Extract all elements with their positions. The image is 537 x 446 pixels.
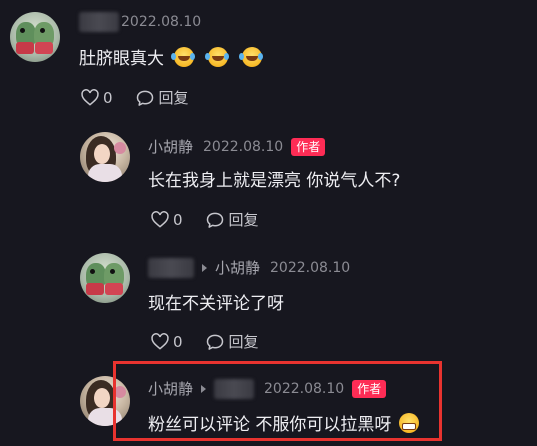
username[interactable]: 小胡静 <box>148 378 193 399</box>
author-badge: 作者 <box>291 137 326 156</box>
heart-icon[interactable] <box>150 332 170 352</box>
reply-icon[interactable] <box>205 332 225 352</box>
author-badge: 作者 <box>352 379 387 398</box>
comment-meta: 2022.08.10 <box>79 12 201 32</box>
comment-text: 现在不关评论了呀 <box>148 294 284 314</box>
avatar[interactable] <box>80 132 130 182</box>
comment-text-row: 肚脐眼真大 <box>79 44 262 69</box>
avatar[interactable] <box>80 376 130 426</box>
comment-date: 2022.08.10 <box>270 259 351 276</box>
comment-meta: 小胡静 2022.08.10 作者 <box>148 378 387 399</box>
comment-thread: 2022.08.10 肚脐眼真大 0 回复 小胡静 2022.08.10 作者 <box>0 0 537 446</box>
reply-icon[interactable] <box>205 210 225 230</box>
reply-button[interactable]: 回复 <box>229 209 259 230</box>
comment-actions: 0 回复 <box>80 87 189 108</box>
heart-icon[interactable] <box>150 210 170 230</box>
reply-button[interactable]: 回复 <box>159 87 189 108</box>
reply-arrow-icon <box>201 384 207 393</box>
reply-icon[interactable] <box>135 88 155 108</box>
comment-text-row: 长在我身上就是漂亮 你说气人不? <box>148 166 400 191</box>
reply-button[interactable]: 回复 <box>229 331 259 352</box>
comment-text: 粉丝可以评论 不服你可以拉黑呀 <box>148 415 392 435</box>
comment-text: 长在我身上就是漂亮 你说气人不? <box>148 171 401 191</box>
comment-text-row: 粉丝可以评论 不服你可以拉黑呀 <box>148 410 420 435</box>
heart-icon[interactable] <box>80 88 100 108</box>
comment-meta: 小胡静 2022.08.10 <box>148 257 350 278</box>
avatar[interactable] <box>10 12 60 62</box>
username-redacted[interactable] <box>79 12 119 32</box>
grin-emoji <box>399 412 420 433</box>
comment-date: 2022.08.10 <box>203 138 284 155</box>
like-count: 0 <box>173 210 183 229</box>
comment-date: 2022.08.10 <box>264 380 345 397</box>
reply-to-username[interactable]: 小胡静 <box>215 257 260 278</box>
rofl-emoji <box>171 46 194 67</box>
comment-text-row: 现在不关评论了呀 <box>148 289 284 314</box>
like-count: 0 <box>173 332 183 351</box>
avatar[interactable] <box>80 253 130 303</box>
comment-actions: 0 回复 <box>150 331 259 352</box>
comment-actions: 0 回复 <box>150 209 259 230</box>
comment-text: 肚脐眼真大 <box>79 49 164 69</box>
comment-meta: 小胡静 2022.08.10 作者 <box>148 136 326 157</box>
reply-arrow-icon <box>202 263 207 272</box>
username[interactable]: 小胡静 <box>148 136 193 157</box>
rofl-emoji <box>239 46 262 67</box>
rofl-emoji <box>205 46 228 67</box>
like-count: 0 <box>103 88 113 107</box>
reply-to-redacted[interactable] <box>214 378 255 399</box>
comment-date: 2022.08.10 <box>121 14 202 30</box>
username-redacted[interactable] <box>148 257 194 278</box>
